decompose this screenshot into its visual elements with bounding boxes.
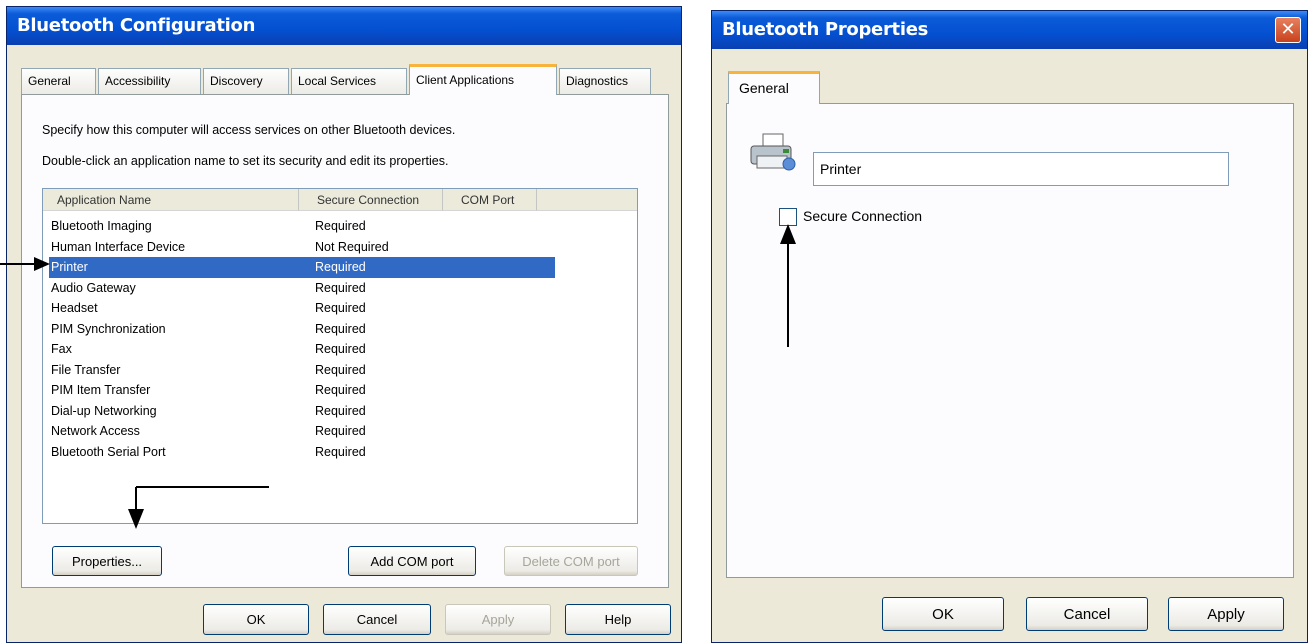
list-item[interactable]: Dial-up Networking Required	[49, 401, 555, 422]
secure-connection-cell: Required	[315, 444, 366, 459]
cancel-button[interactable]: Cancel	[323, 604, 431, 635]
title-bar[interactable]: Bluetooth Configuration	[7, 7, 681, 45]
secure-connection-cell: Required	[315, 280, 366, 295]
list-item[interactable]: Human Interface Device Not Required	[49, 237, 555, 258]
application-list[interactable]: Application Name Secure Connection COM P…	[42, 188, 638, 524]
bluetooth-properties-dialog: Bluetooth Properties ✕ General Secure Co…	[711, 10, 1308, 643]
annotation-arrow-properties	[128, 486, 269, 529]
tab-local-services[interactable]: Local Services	[291, 68, 407, 94]
properties-button[interactable]: Properties...	[52, 546, 162, 576]
description-line-2: Double-click an application name to set …	[42, 154, 449, 168]
secure-connection-label: Secure Connection	[803, 208, 923, 224]
tab-discovery[interactable]: Discovery	[203, 68, 289, 94]
add-com-port-button[interactable]: Add COM port	[348, 546, 476, 576]
secure-connection-cell: Required	[315, 219, 366, 233]
application-name-cell: Bluetooth Serial Port	[51, 444, 166, 459]
list-item[interactable]: PIM Synchronization Required	[49, 319, 555, 340]
secure-connection-cell: Required	[315, 342, 366, 356]
secure-connection-cell: Required	[315, 301, 366, 315]
tab-panel: Secure Connection	[726, 103, 1294, 578]
application-name-cell: Fax	[51, 342, 72, 356]
ok-button[interactable]: OK	[882, 597, 1004, 631]
column-header-application-name[interactable]: Application Name	[43, 189, 299, 211]
list-item[interactable]: Audio Gateway Required	[49, 278, 555, 299]
column-header-com-port[interactable]: COM Port	[443, 189, 537, 211]
secure-connection-cell: Required	[315, 424, 366, 438]
secure-connection-cell: Required	[315, 260, 366, 274]
application-name-cell: Audio Gateway	[51, 280, 136, 295]
apply-button[interactable]: Apply	[1168, 597, 1284, 631]
list-item[interactable]: Headset Required	[49, 298, 555, 319]
help-button[interactable]: Help	[565, 604, 671, 635]
column-header-filler	[537, 189, 637, 211]
secure-connection-cell: Required	[315, 362, 366, 377]
printer-icon	[750, 133, 796, 171]
application-name-cell: Dial-up Networking	[51, 403, 157, 418]
list-item[interactable]: Fax Required	[49, 339, 555, 360]
secure-connection-cell: Not Required	[315, 239, 389, 254]
close-icon[interactable]: ✕	[1275, 17, 1301, 43]
annotation-arrow-printer	[0, 257, 50, 271]
tab-general[interactable]: General	[21, 68, 96, 94]
bluetooth-configuration-dialog: Bluetooth Configuration General Accessib…	[6, 6, 682, 643]
application-name-field[interactable]	[813, 152, 1229, 186]
delete-com-port-button[interactable]: Delete COM port	[504, 546, 638, 576]
list-item[interactable]: Printer Required	[49, 257, 555, 278]
dialog-title: Bluetooth Configuration	[17, 15, 256, 36]
application-name-cell: PIM Item Transfer	[51, 383, 151, 397]
list-item[interactable]: File Transfer Required	[49, 360, 555, 381]
ok-button[interactable]: OK	[203, 604, 309, 635]
secure-connection-cell: Required	[315, 403, 366, 418]
list-item[interactable]: Network Access Required	[49, 421, 555, 442]
application-name-cell: Human Interface Device	[51, 239, 186, 254]
annotation-arrow-checkbox	[780, 224, 796, 347]
list-item[interactable]: Bluetooth Imaging Required	[49, 216, 555, 237]
description-line-1: Specify how this computer will access se…	[42, 123, 456, 137]
application-name-cell: Bluetooth Imaging	[51, 219, 152, 233]
list-item[interactable]: Bluetooth Serial Port Required	[49, 442, 555, 463]
application-name-cell: PIM Synchronization	[51, 321, 166, 336]
secure-connection-cell: Required	[315, 321, 366, 336]
dialog-title: Bluetooth Properties	[722, 19, 929, 40]
title-bar[interactable]: Bluetooth Properties ✕	[712, 11, 1307, 49]
column-header-secure-connection[interactable]: Secure Connection	[299, 189, 443, 211]
tab-client-applications[interactable]: Client Applications	[409, 64, 557, 95]
application-name-cell: Headset	[51, 301, 98, 315]
tab-strip: General Accessibility Discovery Local Se…	[21, 64, 661, 96]
tab-panel: Specify how this computer will access se…	[21, 94, 669, 588]
tab-general[interactable]: General	[728, 71, 820, 104]
cancel-button[interactable]: Cancel	[1026, 597, 1148, 631]
tab-accessibility[interactable]: Accessibility	[98, 68, 201, 94]
apply-button[interactable]: Apply	[445, 604, 551, 635]
application-name-cell: File Transfer	[51, 362, 121, 377]
application-name-cell: Network Access	[51, 424, 140, 438]
secure-connection-cell: Required	[315, 383, 366, 397]
tab-diagnostics[interactable]: Diagnostics	[559, 68, 651, 94]
list-item[interactable]: PIM Item Transfer Required	[49, 380, 555, 401]
